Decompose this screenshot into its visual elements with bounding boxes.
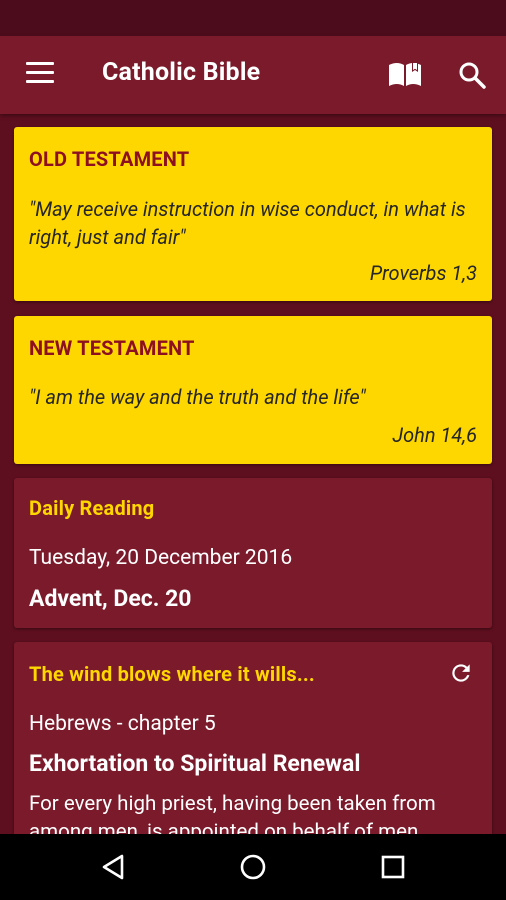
daily-reading-date: Tuesday, 20 December 2016 bbox=[29, 546, 293, 570]
app-bar: Catholic Bible bbox=[0, 36, 506, 114]
daily-reading-liturgy: Advent, Dec. 20 bbox=[29, 585, 192, 612]
back-icon[interactable] bbox=[100, 853, 128, 881]
new-testament-reference: John 14,6 bbox=[392, 423, 477, 447]
random-reading-book-chapter: Hebrews - chapter 5 bbox=[29, 712, 216, 736]
old-testament-reference: Proverbs 1,3 bbox=[369, 261, 477, 285]
new-testament-heading: NEW TESTAMENT bbox=[29, 336, 195, 360]
random-reading-text: For every high priest, having been taken… bbox=[29, 792, 436, 834]
recents-icon[interactable] bbox=[380, 854, 406, 880]
content-area[interactable]: OLD TESTAMENT "May receive instruction i… bbox=[0, 114, 506, 834]
old-testament-quote: "May receive instruction in wise conduct… bbox=[29, 197, 466, 249]
navigation-bar bbox=[0, 834, 506, 900]
new-testament-quote: "I am the way and the truth and the life… bbox=[29, 385, 366, 409]
search-icon[interactable] bbox=[457, 60, 487, 90]
old-testament-card[interactable]: OLD TESTAMENT "May receive instruction i… bbox=[14, 127, 492, 301]
book-icon[interactable] bbox=[387, 60, 423, 90]
home-icon[interactable] bbox=[239, 853, 267, 881]
random-reading-heading: The wind blows where it wills... bbox=[29, 662, 315, 686]
menu-icon[interactable] bbox=[26, 62, 54, 86]
status-bar bbox=[0, 0, 506, 36]
new-testament-card[interactable]: NEW TESTAMENT "I am the way and the trut… bbox=[14, 316, 492, 464]
random-reading-section-title: Exhortation to Spiritual Renewal bbox=[29, 750, 361, 777]
old-testament-heading: OLD TESTAMENT bbox=[29, 147, 190, 171]
refresh-icon[interactable] bbox=[448, 660, 474, 686]
daily-reading-heading: Daily Reading bbox=[29, 496, 155, 520]
random-reading-card[interactable]: The wind blows where it wills... Hebrews… bbox=[14, 642, 492, 834]
app-title: Catholic Bible bbox=[102, 58, 261, 87]
daily-reading-card[interactable]: Daily Reading Tuesday, 20 December 2016 … bbox=[14, 478, 492, 628]
